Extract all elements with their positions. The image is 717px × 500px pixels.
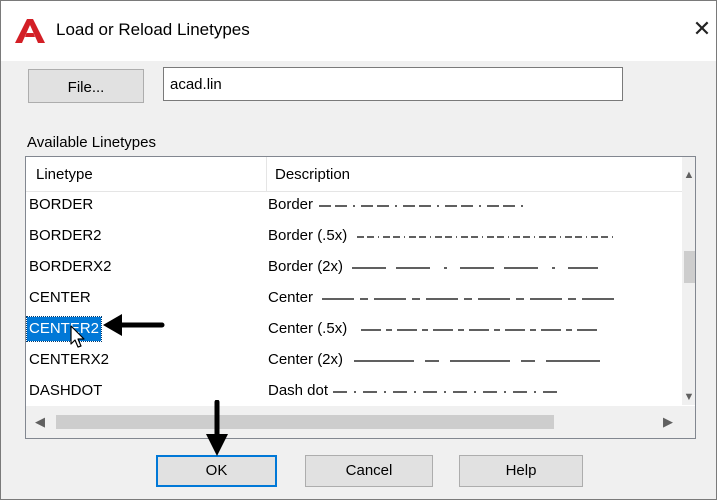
linetype-description: Dash dot [268, 382, 329, 399]
horizontal-scrollbar[interactable]: ◀ ▶ [26, 406, 682, 438]
column-header-description[interactable]: Description [275, 165, 350, 185]
linetype-pattern-preview [333, 391, 557, 393]
vertical-scroll-thumb[interactable] [684, 251, 695, 283]
load-reload-linetypes-dialog: Load or Reload Linetypes ✕ File... Avail… [0, 0, 717, 500]
autocad-a-icon [15, 19, 45, 43]
linetype-pattern-preview [361, 329, 597, 331]
list-column-header: Linetype Description [26, 157, 682, 192]
linetype-name: DASHDOT [29, 382, 103, 399]
arrow-pointing-left-icon [103, 314, 165, 336]
linetype-pattern-preview [322, 298, 614, 300]
linetype-description: Center [268, 289, 314, 306]
scroll-left-icon[interactable]: ◀ [32, 414, 48, 430]
linetype-description: Center (.5x) [268, 320, 348, 337]
list-row[interactable]: BORDER Border [26, 190, 682, 221]
linetype-name: BORDER2 [29, 227, 102, 244]
file-name-field[interactable] [163, 67, 623, 101]
linetype-list[interactable]: Linetype Description BORDER Border BORDE… [25, 156, 696, 439]
linetype-pattern-preview [357, 236, 613, 238]
linetype-name: CENTER [29, 289, 91, 306]
horizontal-scroll-thumb[interactable] [56, 415, 554, 429]
linetype-description: Border [268, 196, 314, 213]
cancel-button[interactable]: Cancel [305, 455, 433, 487]
scroll-up-icon[interactable]: ▲ [682, 167, 695, 183]
close-icon[interactable]: ✕ [689, 15, 715, 43]
linetype-description: Border (.5x) [268, 227, 348, 244]
scroll-right-icon[interactable]: ▶ [660, 414, 676, 430]
window-title: Load or Reload Linetypes [56, 20, 250, 39]
linetype-pattern-preview [354, 360, 600, 362]
list-row[interactable]: DASHDOT Dash dot [26, 376, 682, 407]
linetype-description: Center (2x) [268, 351, 344, 368]
scrollbar-corner [682, 406, 695, 438]
linetype-description: Border (2x) [268, 258, 344, 275]
vertical-scrollbar[interactable]: ▲ ▼ [682, 157, 695, 405]
linetype-name: CENTERX2 [29, 351, 110, 368]
column-header-linetype[interactable]: Linetype [36, 165, 93, 185]
help-button[interactable]: Help [459, 455, 583, 487]
linetype-name: BORDER [29, 196, 94, 213]
scroll-down-icon[interactable]: ▼ [682, 389, 695, 405]
arrow-pointing-down-icon [206, 400, 228, 456]
available-linetypes-label: Available Linetypes [27, 134, 156, 151]
file-button[interactable]: File... [28, 69, 144, 103]
linetype-name: BORDERX2 [29, 258, 112, 275]
mouse-cursor-icon [70, 325, 85, 348]
list-row[interactable]: CENTER Center [26, 283, 682, 314]
list-row[interactable]: CENTERX2 Center (2x) [26, 345, 682, 376]
list-row[interactable]: BORDERX2 Border (2x) [26, 252, 682, 283]
linetype-name: CENTER2 [26, 316, 103, 342]
ok-button[interactable]: OK [156, 455, 277, 487]
title-bar[interactable]: Load or Reload Linetypes ✕ [1, 1, 716, 61]
list-row[interactable]: BORDER2 Border (.5x) [26, 221, 682, 252]
linetype-pattern-preview [352, 267, 598, 269]
linetype-pattern-preview [319, 205, 523, 207]
column-divider[interactable] [266, 157, 267, 191]
